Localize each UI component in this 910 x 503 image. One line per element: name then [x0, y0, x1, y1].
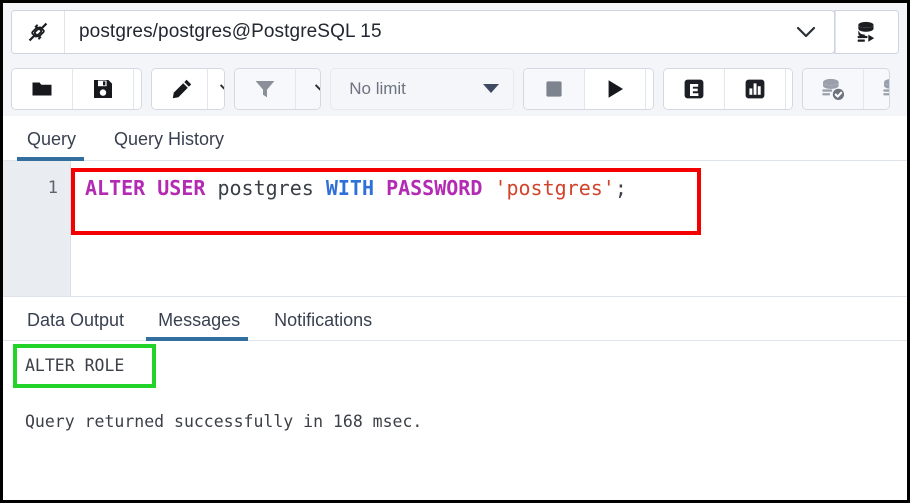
execute-button-group	[523, 67, 654, 110]
sql-token-plain	[482, 176, 494, 200]
execute-button[interactable]	[585, 68, 647, 109]
filter-button[interactable]	[234, 68, 296, 109]
database-connect-icon	[835, 11, 898, 53]
explain-analyze-button[interactable]	[724, 68, 786, 109]
tab-data-output-label: Data Output	[27, 310, 125, 330]
query-status-message: Query returned successfully in 168 msec.	[25, 412, 423, 431]
chevron-down-icon	[315, 75, 321, 97]
line-number: 1	[47, 178, 58, 198]
connection-selector[interactable]: postgres/postgres@PostgreSQL 15	[11, 10, 835, 54]
rollback-button[interactable]	[864, 68, 890, 109]
open-folder-icon	[32, 82, 52, 95]
sql-token-string: 'postgres'	[494, 176, 615, 200]
sql-token-identifier: postgres	[217, 176, 314, 200]
tab-notifications-label: Notifications	[274, 310, 373, 330]
database-rollback-icon	[883, 78, 890, 95]
tab-data-output[interactable]: Data Output	[25, 310, 138, 340]
save-floppy-icon	[94, 79, 112, 98]
triangle-down-icon	[483, 84, 500, 93]
editor-code-area[interactable]: ALTER USER postgres WITH PASSWORD 'postg…	[71, 161, 907, 296]
filter-funnel-icon	[255, 80, 275, 97]
row-limit-select[interactable]: No limit	[330, 67, 515, 110]
editor-gutter: 1	[3, 161, 71, 296]
output-tabbar: Data Output Messages Notifications	[3, 296, 907, 341]
open-file-button[interactable]	[12, 68, 73, 109]
sql-token-punctuation: ;	[614, 176, 627, 200]
query-toolbar: No limit	[3, 61, 907, 116]
explain-dropdown-button[interactable]	[785, 68, 793, 109]
query-result-message: ALTER ROLE	[25, 356, 125, 375]
connection-dropdown-chevron[interactable]	[778, 11, 834, 53]
sql-token-keyword: PASSWORD	[386, 176, 483, 200]
messages-pane: ALTER ROLE Query returned successfully i…	[3, 341, 907, 500]
sql-token-plain	[314, 176, 326, 200]
commit-button[interactable]	[803, 68, 865, 109]
filter-dropdown-button[interactable]	[295, 68, 321, 109]
connect-server-button[interactable]	[834, 10, 899, 54]
tab-query-history[interactable]: Query History	[112, 129, 240, 160]
stop-button[interactable]	[524, 68, 586, 109]
save-dropdown-button[interactable]	[134, 68, 141, 109]
pgadmin-query-tool-window: postgres/postgres@PostgreSQL 15 No limit…	[0, 0, 910, 503]
sql-editor[interactable]: 1 ALTER USER postgres WITH PASSWORD 'pos…	[3, 161, 907, 296]
edit-button-group	[150, 67, 225, 110]
explain-e-icon	[684, 79, 704, 98]
tab-messages-label: Messages	[158, 310, 241, 330]
edit-button[interactable]	[151, 68, 208, 109]
explain-button[interactable]	[663, 68, 725, 109]
play-triangle-icon	[608, 79, 624, 98]
database-commit-icon	[822, 78, 845, 100]
tab-messages[interactable]: Messages	[146, 310, 254, 341]
plug-connection-icon	[12, 11, 65, 53]
pencil-edit-icon	[172, 79, 191, 98]
sql-token-keyword2: WITH	[325, 176, 375, 200]
transaction-button-group	[802, 67, 890, 110]
save-file-button[interactable]	[73, 68, 134, 109]
editor-tabbar: Query Query History	[3, 116, 907, 161]
connection-bar: postgres/postgres@PostgreSQL 15	[3, 3, 907, 61]
stop-square-icon	[546, 80, 562, 97]
tab-query-label: Query	[27, 129, 77, 149]
chevron-down-icon	[220, 75, 224, 97]
explain-button-group	[662, 67, 794, 110]
sql-statement-line: ALTER USER postgres WITH PASSWORD 'postg…	[85, 175, 907, 201]
connection-title: postgres/postgres@PostgreSQL 15	[79, 21, 382, 42]
sql-token-keyword: ALTER USER	[85, 176, 206, 200]
bar-chart-icon	[745, 79, 765, 98]
sql-token-plain	[205, 176, 217, 200]
edit-dropdown-button[interactable]	[207, 68, 224, 109]
tab-query[interactable]: Query	[16, 129, 92, 161]
filter-button-group	[233, 67, 322, 110]
execute-dropdown-button[interactable]	[646, 68, 653, 109]
tab-notifications[interactable]: Notifications	[272, 310, 386, 340]
sql-token-plain	[374, 176, 386, 200]
file-button-group	[11, 67, 142, 110]
row-limit-value: No limit	[349, 78, 406, 98]
tab-query-history-label: Query History	[114, 129, 225, 149]
